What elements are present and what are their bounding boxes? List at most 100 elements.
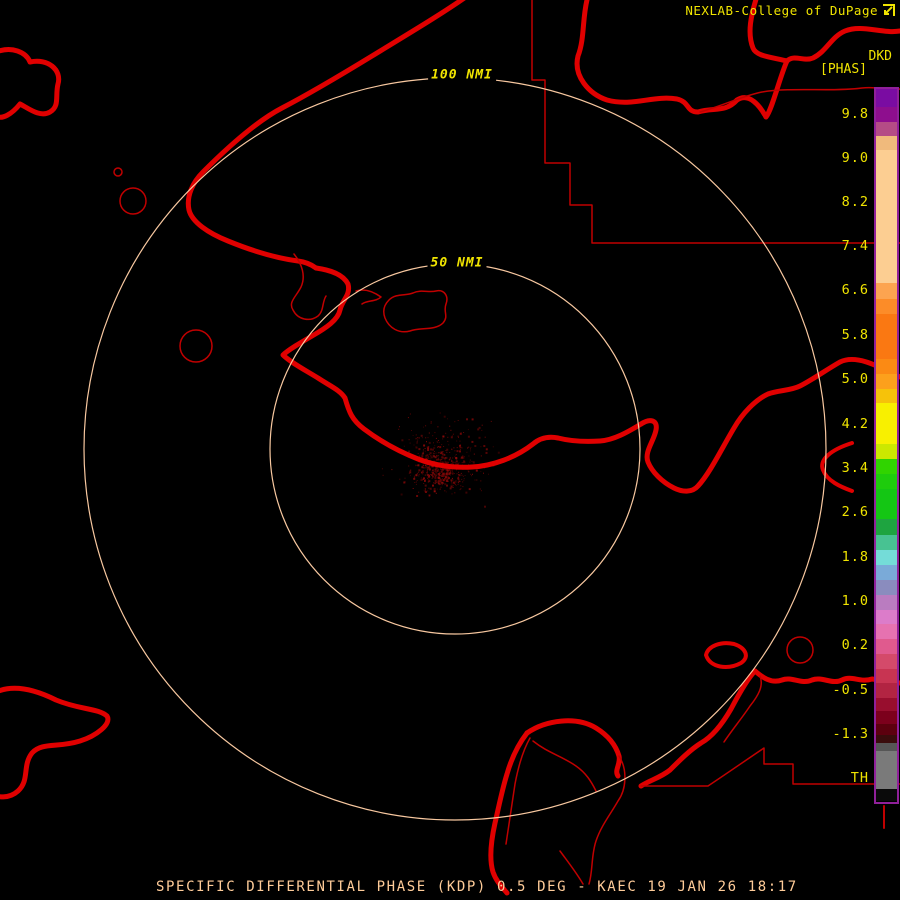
echo-pixel bbox=[464, 460, 466, 462]
echo-pixel bbox=[444, 461, 447, 464]
echo-pixel bbox=[449, 474, 451, 476]
echo-pixel bbox=[426, 469, 428, 471]
echo-pixel bbox=[444, 483, 447, 486]
echo-pixel bbox=[408, 465, 410, 467]
echo-pixel bbox=[463, 456, 465, 458]
colorbar-segment-0 bbox=[876, 89, 897, 107]
echo-pixel bbox=[457, 477, 460, 480]
echo-pixel bbox=[442, 438, 444, 440]
echo-pixel bbox=[433, 453, 435, 455]
map-pond-2 bbox=[119, 187, 147, 215]
echo-pixel bbox=[420, 471, 423, 474]
echo-pixel bbox=[422, 449, 424, 451]
echo-pixel bbox=[442, 472, 445, 475]
echo-pixel bbox=[436, 482, 438, 484]
echo-pixel bbox=[451, 477, 453, 479]
echo-pixel bbox=[423, 444, 426, 447]
echo-pixel bbox=[434, 482, 436, 484]
echo-pixel bbox=[430, 421, 432, 423]
echo-pixel bbox=[435, 480, 437, 482]
echo-pixel bbox=[456, 440, 458, 442]
echo-pixel bbox=[483, 445, 486, 447]
map-pond-3 bbox=[179, 329, 213, 363]
echo-pixel bbox=[480, 446, 482, 448]
echo-pixel bbox=[457, 476, 459, 478]
colorbar-segment-29 bbox=[876, 711, 897, 724]
echo-pixel bbox=[422, 478, 424, 480]
echo-pixel bbox=[430, 488, 432, 490]
echo-pixel bbox=[476, 479, 478, 481]
echo-pixel bbox=[437, 468, 439, 470]
map-island-bottomright bbox=[704, 641, 748, 669]
echo-pixel bbox=[413, 477, 416, 480]
echo-pixel bbox=[437, 455, 439, 457]
echo-pixel bbox=[422, 473, 424, 475]
echo-pixel bbox=[412, 488, 414, 489]
echo-pixel bbox=[437, 459, 439, 461]
echo-pixel bbox=[450, 479, 453, 482]
map-island-topleft bbox=[0, 47, 62, 120]
echo-pixel bbox=[452, 470, 454, 472]
echo-pixel bbox=[458, 474, 461, 477]
map-connector-thin bbox=[355, 289, 382, 305]
echo-pixel bbox=[465, 491, 468, 494]
echo-pixel bbox=[427, 490, 429, 492]
echo-pixel bbox=[418, 475, 420, 477]
echo-pixel bbox=[410, 475, 411, 477]
map-coast-bay-west bbox=[280, 265, 644, 470]
echo-pixel bbox=[451, 483, 453, 485]
echo-pixel bbox=[422, 453, 424, 455]
echo-pixel bbox=[473, 453, 475, 455]
echo-pixel bbox=[460, 488, 462, 490]
colorbar-segment-34 bbox=[876, 789, 897, 801]
colorbar-segment-10 bbox=[876, 389, 897, 403]
echo-pixel bbox=[443, 458, 445, 460]
colorbar-segment-18 bbox=[876, 550, 897, 565]
echo-pixel bbox=[427, 455, 428, 457]
echo-pixel bbox=[425, 491, 427, 493]
echo-pixel bbox=[426, 472, 428, 474]
echo-pixel bbox=[426, 441, 427, 443]
echo-pixel bbox=[428, 468, 430, 470]
echo-pixel bbox=[423, 466, 425, 468]
colorbar-tick-1.0: 1.0 bbox=[841, 593, 869, 609]
echo-pixel bbox=[450, 429, 452, 431]
echo-pixel bbox=[427, 477, 428, 479]
echo-pixel bbox=[480, 480, 482, 482]
echo-pixel bbox=[439, 474, 441, 476]
echo-pixel bbox=[424, 448, 426, 449]
colorbar-segment-27 bbox=[876, 683, 897, 698]
echo-pixel bbox=[431, 456, 434, 459]
echo-pixel bbox=[454, 456, 456, 458]
map-lake-inner-thin bbox=[505, 737, 531, 845]
echo-pixel bbox=[417, 453, 419, 455]
echo-pixel bbox=[416, 480, 418, 481]
map-rivers-lake bbox=[532, 740, 626, 885]
echo-pixel bbox=[452, 473, 454, 475]
echo-pixel bbox=[490, 420, 492, 422]
echo-pixel bbox=[433, 482, 435, 484]
echo-pixel bbox=[425, 458, 427, 459]
echo-pixel bbox=[458, 480, 460, 482]
echo-pixel bbox=[425, 437, 427, 439]
echo-pixel bbox=[408, 439, 410, 441]
echo-pixel bbox=[451, 435, 453, 437]
echo-pixel bbox=[484, 436, 486, 438]
echo-pixel bbox=[418, 469, 421, 472]
echo-pixel bbox=[426, 465, 428, 467]
echo-pixel bbox=[416, 442, 418, 444]
echo-pixel bbox=[460, 457, 462, 459]
echo-pixel bbox=[423, 426, 424, 428]
echo-pixel bbox=[457, 463, 459, 465]
echo-pixel bbox=[470, 448, 471, 450]
echo-pixel bbox=[464, 475, 466, 476]
echo-pixel bbox=[437, 446, 439, 448]
echo-pixel bbox=[477, 428, 480, 431]
echo-pixel bbox=[399, 478, 401, 480]
echo-pixel bbox=[418, 473, 420, 475]
echo-pixel bbox=[436, 472, 438, 474]
colorbar-segment-3 bbox=[876, 136, 897, 150]
echo-pixel bbox=[444, 460, 446, 462]
echo-pixel bbox=[462, 486, 464, 488]
echo-pixel bbox=[434, 474, 437, 477]
